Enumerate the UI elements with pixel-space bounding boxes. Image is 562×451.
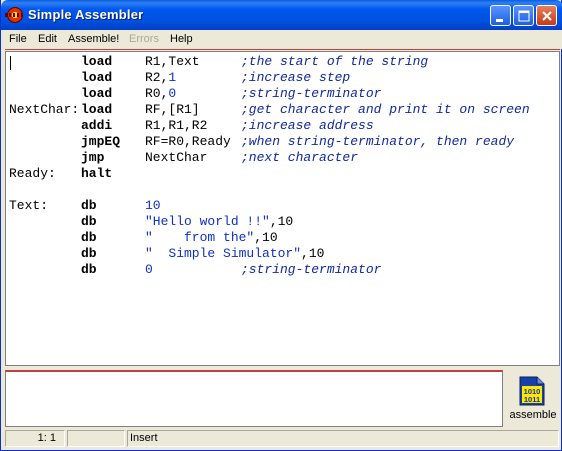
operand-token: "Hello world !!" — [145, 214, 270, 229]
output-panel[interactable] — [5, 370, 503, 427]
edit-mode: Insert — [127, 430, 559, 447]
code-opcode: load — [81, 86, 113, 101]
menu-edit[interactable]: Edit — [38, 33, 57, 45]
separator-line — [5, 49, 560, 50]
code-opcode: load — [81, 54, 113, 69]
operand-token: ,10 — [301, 246, 325, 261]
close-button[interactable] — [536, 5, 557, 26]
code-opcode: addi — [81, 118, 113, 133]
binary-file-icon: 1010 1011 — [519, 376, 545, 406]
code-editor[interactable]: load R1,Text ;the start of the string load R… — [5, 51, 560, 366]
code-comment: ;the start of the string — [241, 54, 429, 69]
code-label: NextChar: — [9, 102, 80, 117]
status-bar: 1: 1 Insert — [1, 430, 561, 450]
cursor-position: 1: 1 — [5, 430, 65, 447]
code-opcode: db — [81, 246, 97, 261]
code-opcode: db — [81, 230, 97, 245]
code-comment: ;next character — [241, 150, 359, 165]
menu-bar: File Edit Assemble! Errors Help — [1, 30, 562, 49]
code-operands: " from the",10 — [145, 230, 278, 246]
app-logo-icon — [5, 7, 25, 23]
operand-token: ,10 — [254, 230, 278, 245]
operand-token: " from the" — [145, 230, 255, 245]
menu-file[interactable]: File — [9, 33, 27, 45]
operand-token: 0 — [168, 86, 177, 101]
operand-token: 0 — [145, 262, 153, 277]
status-middle — [67, 430, 125, 447]
operand-token: " Simple Simulator" — [145, 246, 302, 261]
code-label: Ready: — [9, 166, 56, 181]
menu-errors: Errors — [129, 33, 159, 45]
operand-token: 10 — [145, 198, 161, 213]
code-opcode: halt — [81, 166, 113, 181]
code-opcode: jmp — [81, 150, 105, 165]
code-operands: R0,0 — [145, 86, 176, 102]
window-title: Simple Assembler — [28, 7, 144, 22]
operand-token: RF=R0,Ready — [145, 134, 231, 149]
svg-text:1011: 1011 — [524, 395, 540, 404]
assemble-label: assemble — [509, 409, 557, 421]
operand-token: R0, — [145, 86, 169, 101]
code-operands: RF,[R1] — [145, 102, 200, 118]
menu-help[interactable]: Help — [170, 33, 193, 45]
code-comment: ;get character and print it on screen — [241, 102, 530, 117]
title-bar[interactable]: Simple Assembler — [1, 0, 562, 30]
maximize-button[interactable] — [513, 5, 534, 26]
code-opcode: db — [81, 198, 97, 213]
code-comment: ;increase step — [241, 70, 351, 85]
operand-token: NextChar — [145, 150, 208, 165]
assemble-button[interactable]: 1010 1011 assemble — [506, 370, 560, 427]
code-opcode: db — [81, 214, 97, 229]
operand-token: RF,[R1] — [145, 102, 200, 117]
code-operands: "Hello world !!",10 — [145, 214, 293, 230]
code-opcode: db — [81, 262, 97, 277]
operand-token: R1,R1,R2 — [145, 118, 208, 133]
code-operands: " Simple Simulator",10 — [145, 246, 324, 262]
code-operands: RF=R0,Ready — [145, 134, 231, 150]
code-comment: ;when string-terminator, then ready — [241, 134, 515, 149]
code-opcode: jmpEQ — [81, 134, 121, 149]
app-window: Simple Assembler File Edit Assemble! Err… — [0, 0, 562, 451]
code-operands: 10 — [145, 198, 161, 214]
code-label: Text: — [9, 198, 49, 213]
minimize-button[interactable] — [490, 5, 511, 26]
code-operands: R1,R1,R2 — [145, 118, 207, 134]
code-opcode: load — [81, 102, 113, 117]
code-operands: R2,1 — [145, 70, 176, 86]
code-operands: NextChar — [145, 150, 207, 166]
code-comment: ;string-terminator — [241, 86, 382, 101]
operand-token: 1 — [168, 70, 177, 85]
code-comment: ;string-terminator — [241, 262, 382, 277]
operand-token: ,10 — [269, 214, 294, 229]
text-caret — [10, 56, 11, 70]
operand-token: R1,Text — [145, 54, 200, 69]
menu-assemble[interactable]: Assemble! — [68, 33, 119, 45]
code-comment: ;increase address — [241, 118, 374, 133]
operand-token: R2, — [145, 70, 169, 85]
code-opcode: load — [81, 70, 113, 85]
code-operands: 0 — [145, 262, 153, 278]
code-operands: R1,Text — [145, 54, 200, 70]
